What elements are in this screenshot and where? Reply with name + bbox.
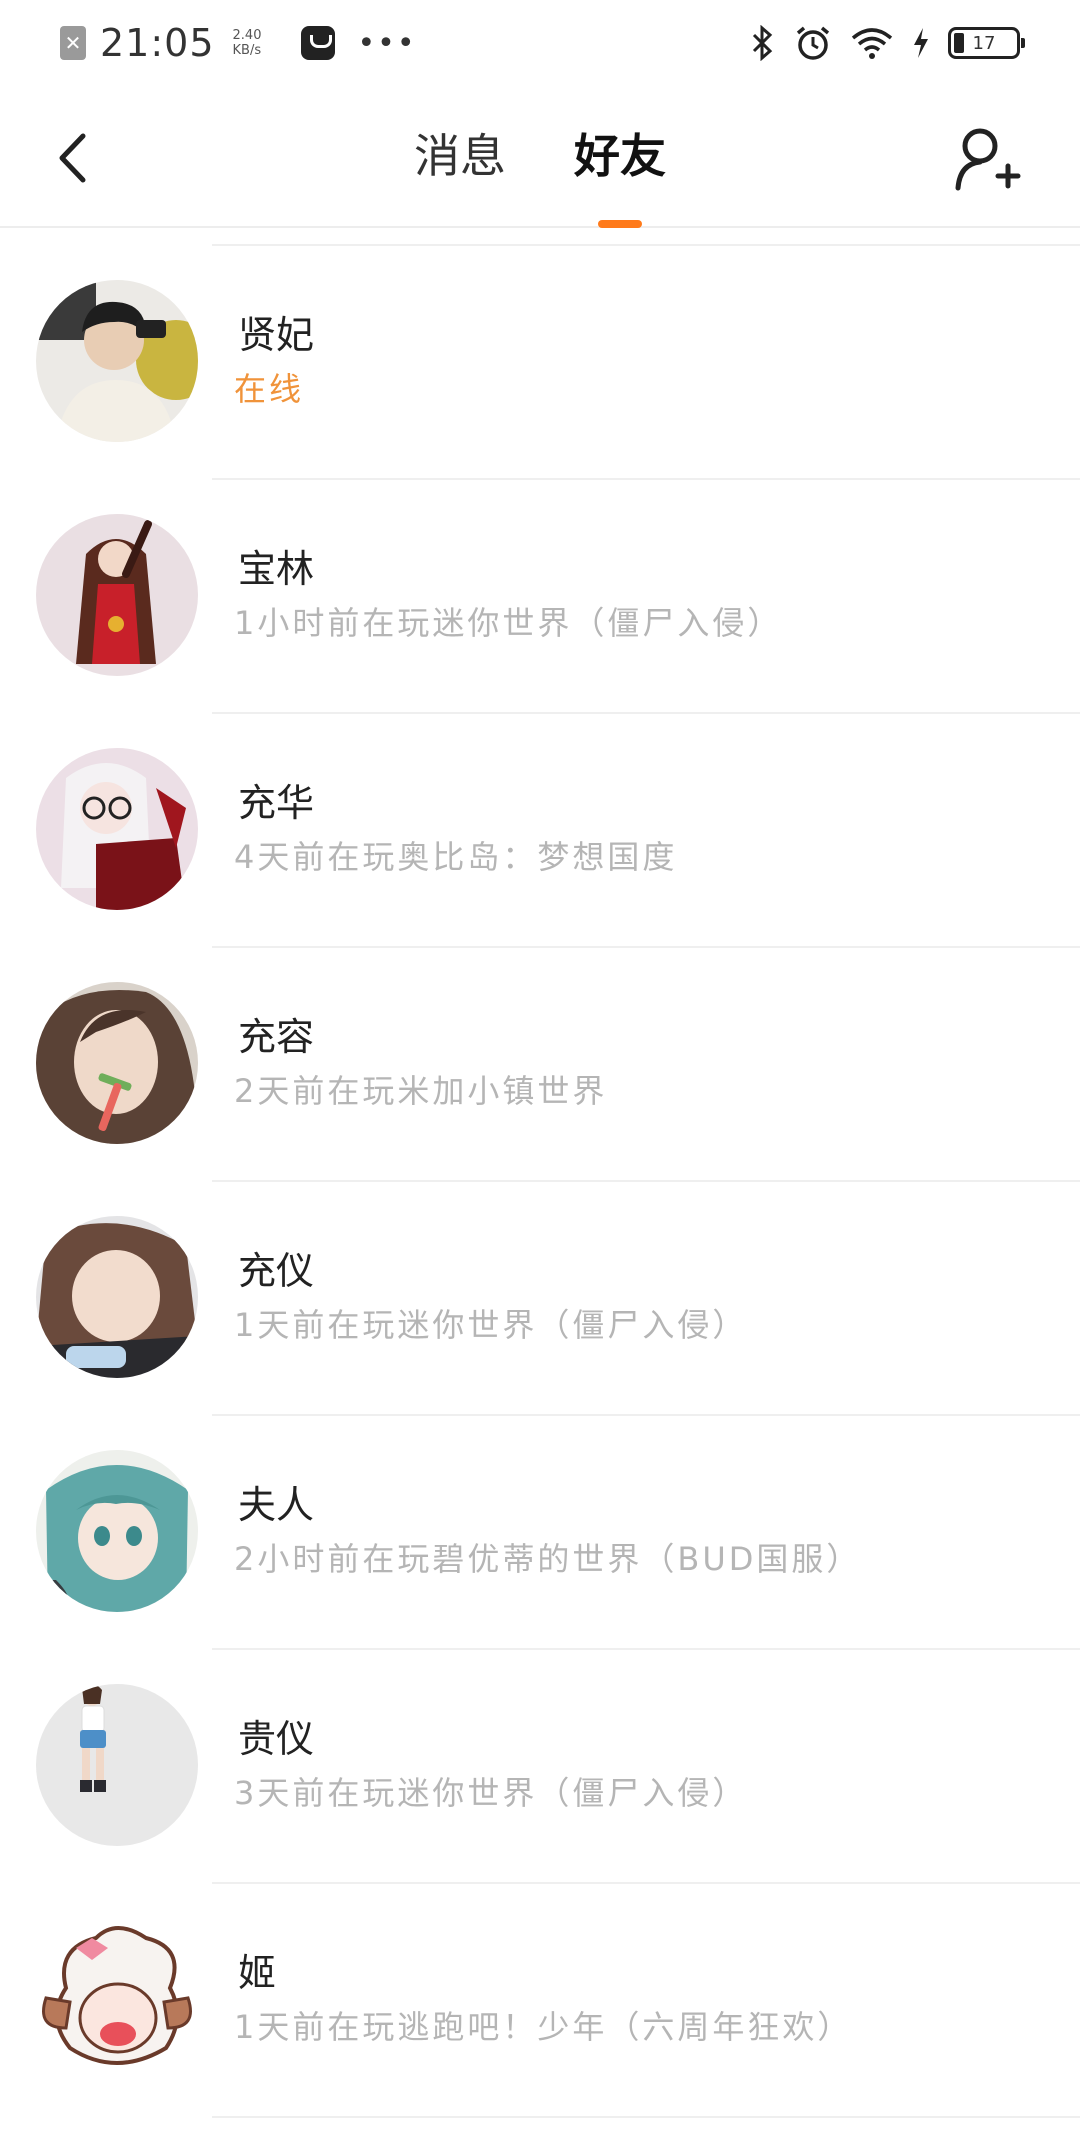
tab-bar: 消息 好友 bbox=[0, 124, 1080, 228]
avatar bbox=[36, 1216, 198, 1378]
no-sim-icon: ✕ bbox=[60, 26, 86, 60]
friend-item[interactable]: 充容 2天前在玩米加小镇世界 bbox=[0, 948, 1080, 1182]
avatar bbox=[36, 514, 198, 676]
charging-icon bbox=[914, 28, 928, 58]
friend-name: 充仪 bbox=[238, 1249, 315, 1293]
header: 消息 好友 bbox=[0, 86, 1080, 228]
avatar bbox=[36, 1918, 198, 2080]
clock: 21:05 bbox=[100, 21, 215, 65]
friend-name: 宝林 bbox=[238, 547, 315, 591]
friend-item[interactable]: 贤妃 在线 bbox=[0, 246, 1080, 480]
divider bbox=[212, 2116, 1080, 2118]
avatar bbox=[36, 748, 198, 910]
avatar bbox=[36, 982, 198, 1144]
add-friend-button[interactable] bbox=[952, 124, 1022, 194]
friend-status: 在线 bbox=[234, 370, 305, 408]
friend-item[interactable]: 宝林 1小时前在玩迷你世界（僵尸入侵） bbox=[0, 480, 1080, 714]
shopping-bag-icon bbox=[301, 26, 336, 60]
friend-status: 1天前在玩逃跑吧！少年（六周年狂欢） bbox=[234, 2008, 853, 2046]
friend-item[interactable]: 姬 1天前在玩逃跑吧！少年（六周年狂欢） bbox=[0, 1884, 1080, 2118]
friend-status: 3天前在玩迷你世界（僵尸入侵） bbox=[234, 1774, 748, 1812]
alarm-icon bbox=[796, 26, 830, 60]
status-bar: ✕ 21:05 2.40 KB/s ••• 17 bbox=[0, 0, 1080, 86]
friend-status: 1天前在玩迷你世界（僵尸入侵） bbox=[234, 1306, 748, 1344]
wifi-icon bbox=[851, 28, 893, 59]
friend-name: 充容 bbox=[238, 1015, 315, 1059]
battery-icon: 17 bbox=[948, 27, 1025, 59]
friend-item[interactable]: 充仪 1天前在玩迷你世界（僵尸入侵） bbox=[0, 1182, 1080, 1416]
friend-name: 夫人 bbox=[238, 1483, 315, 1527]
friend-name: 姬 bbox=[238, 1951, 277, 1995]
bluetooth-icon bbox=[752, 25, 773, 61]
friend-item[interactable]: 充华 4天前在玩奥比岛：梦想国度 bbox=[0, 714, 1080, 948]
friend-status: 2小时前在玩碧优蒂的世界（BUD国服） bbox=[234, 1540, 862, 1578]
friend-name: 贵仪 bbox=[238, 1717, 315, 1761]
avatar bbox=[36, 280, 198, 442]
friend-name: 充华 bbox=[238, 781, 315, 825]
add-user-icon bbox=[955, 128, 1021, 191]
avatar bbox=[36, 1450, 198, 1612]
friend-status: 1小时前在玩迷你世界（僵尸入侵） bbox=[234, 604, 783, 642]
friend-item[interactable]: 贵仪 3天前在玩迷你世界（僵尸入侵） bbox=[0, 1650, 1080, 1884]
friend-status: 2天前在玩米加小镇世界 bbox=[234, 1072, 608, 1110]
tab-friends[interactable]: 好友 bbox=[570, 124, 670, 228]
friend-name: 贤妃 bbox=[238, 313, 315, 357]
friend-status: 4天前在玩奥比岛：梦想国度 bbox=[234, 838, 678, 876]
tab-messages[interactable]: 消息 bbox=[410, 124, 510, 194]
friend-item[interactable]: 夫人 2小时前在玩碧优蒂的世界（BUD国服） bbox=[0, 1416, 1080, 1650]
more-notifications-icon: ••• bbox=[357, 25, 417, 61]
friend-list: 贤妃 在线 宝林 1小时前在玩迷你世界（僵尸入侵） 充华 4天前在玩奥比岛：梦想… bbox=[0, 246, 1080, 2118]
avatar bbox=[36, 1684, 198, 1846]
net-speed: 2.40 KB/s bbox=[232, 28, 262, 58]
active-tab-indicator bbox=[598, 220, 642, 228]
